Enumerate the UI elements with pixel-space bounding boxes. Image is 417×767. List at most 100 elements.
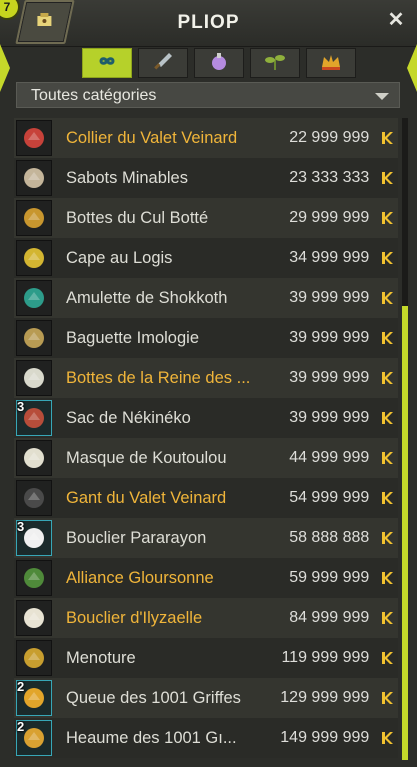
category-dropdown-value: Toutes catégories [31,87,157,104]
item-name: Alliance Gloursonne [66,568,214,587]
kama-icon [375,569,398,587]
item-price: 39 999 999 [289,409,370,426]
item-icon: 3 [16,519,52,556]
item-name: Heaume des 1001 Gı... [66,728,237,747]
titlebar: 7 PLIOP ✕ [0,0,417,47]
item-icon [16,120,52,156]
list-item[interactable]: Alliance Gloursonne 59 999 999 [14,558,398,598]
item-name: Masque de Koutoulou [66,448,227,467]
item-name: Menoture [66,648,136,667]
kama-icon [375,609,398,627]
item-icon [16,440,52,476]
category-dropdown[interactable]: Toutes catégories [16,82,400,108]
item-price: 39 999 999 [289,369,370,386]
scrollbar[interactable] [402,118,408,760]
item-name: Sac de Nékinéko [66,408,191,427]
item-price: 129 999 999 [280,689,370,706]
scrollbar-thumb[interactable] [402,306,408,760]
item-list: Collier du Valet Veinard 22 999 999 Sabots… [14,118,398,760]
item-icon: 2 [16,679,52,716]
category-tabs [82,48,356,78]
item-icon: 3 [16,399,52,436]
list-item[interactable]: Masque de Koutoulou 44 999 999 [14,438,398,478]
item-name: Cape au Logis [66,248,173,267]
kama-icon [375,489,398,507]
list-item[interactable]: Collier du Valet Veinard 22 999 999 [14,118,398,158]
item-icon [16,160,52,196]
tab-infinity[interactable] [82,48,132,78]
close-button[interactable]: ✕ [385,9,407,31]
tab-potion[interactable] [194,48,244,78]
list-item[interactable]: Bouclier d'Ilyzaelle 84 999 999 [14,598,398,638]
list-item[interactable]: Amulette de Shokkoth 39 999 999 [14,278,398,318]
tab-crown[interactable] [306,48,356,78]
item-price: 58 888 888 [289,529,370,546]
kama-icon [375,369,398,387]
kama-icon [375,129,398,147]
list-item[interactable]: Baguette Imologie 39 999 999 [14,318,398,358]
kama-icon [375,729,398,747]
list-item[interactable]: Gant du Valet Veinard 54 999 999 [14,478,398,518]
list-item[interactable]: 3 Sac de Nékinéko 39 999 999 [14,398,398,438]
kama-icon [375,649,398,667]
item-price: 44 999 999 [289,449,370,466]
item-name: Bottes de la Reine des ... [66,368,251,387]
potion-icon [206,50,232,77]
item-price: 84 999 999 [289,609,370,626]
item-icon [16,240,52,276]
item-icon [16,360,52,396]
item-icon [16,320,52,356]
list-item[interactable]: Bottes du Cul Botté 29 999 999 [14,198,398,238]
item-price: 54 999 999 [289,489,370,506]
list-item[interactable]: Sabots Minables 23 333 333 [14,158,398,198]
sword-icon [150,50,176,77]
crown-icon [318,50,344,77]
kama-icon [375,249,398,267]
list-item[interactable]: Menoture 119 999 999 [14,638,398,678]
item-price: 59 999 999 [289,569,370,586]
item-name: Queue des 1001 Griffes [66,688,241,707]
list-item[interactable]: Bottes de la Reine des ... 39 999 999 [14,358,398,398]
item-name: Bouclier Pararayon [66,528,207,547]
kama-icon [375,449,398,467]
item-price: 22 999 999 [289,129,370,146]
list-item[interactable]: 2 Heaume des 1001 Gı... 149 999 999 [14,718,398,758]
tab-sword[interactable] [138,48,188,78]
kama-icon [375,689,398,707]
item-price: 119 999 999 [281,649,370,666]
item-name: Collier du Valet Veinard [66,128,238,147]
tab-plant[interactable] [250,48,300,78]
item-icon [16,640,52,676]
item-icon [16,600,52,636]
item-icon: 2 [16,719,52,756]
kama-icon [375,209,398,227]
item-name: Gant du Valet Veinard [66,488,227,507]
list-item[interactable]: Cape au Logis 34 999 999 [14,238,398,278]
item-quantity: 2 [17,679,25,694]
item-name: Bottes du Cul Botté [66,208,209,227]
item-quantity: 3 [17,519,25,534]
item-name: Amulette de Shokkoth [66,288,228,307]
item-icon [16,480,52,516]
item-quantity: 3 [17,399,25,414]
item-price: 149 999 999 [280,729,370,746]
kama-icon [375,169,398,187]
list-item[interactable]: 2 Queue des 1001 Griffes 129 999 999 [14,678,398,718]
prev-arrow[interactable] [0,44,10,92]
kama-icon [375,529,398,547]
kama-icon [375,409,398,427]
item-price: 39 999 999 [289,289,370,306]
item-price: 23 333 333 [289,169,370,186]
item-name: Bouclier d'Ilyzaelle [66,608,203,627]
chevron-down-icon [375,93,389,100]
kama-icon [375,329,398,347]
next-arrow[interactable] [407,44,417,92]
infinity-icon [94,50,120,77]
item-icon [16,560,52,596]
plant-icon [262,50,288,77]
item-name: Sabots Minables [66,168,188,187]
item-icon [16,200,52,236]
item-price: 39 999 999 [289,329,370,346]
list-item[interactable]: 3 Bouclier Pararayon 58 888 888 [14,518,398,558]
window-title: PLIOP [177,12,240,33]
